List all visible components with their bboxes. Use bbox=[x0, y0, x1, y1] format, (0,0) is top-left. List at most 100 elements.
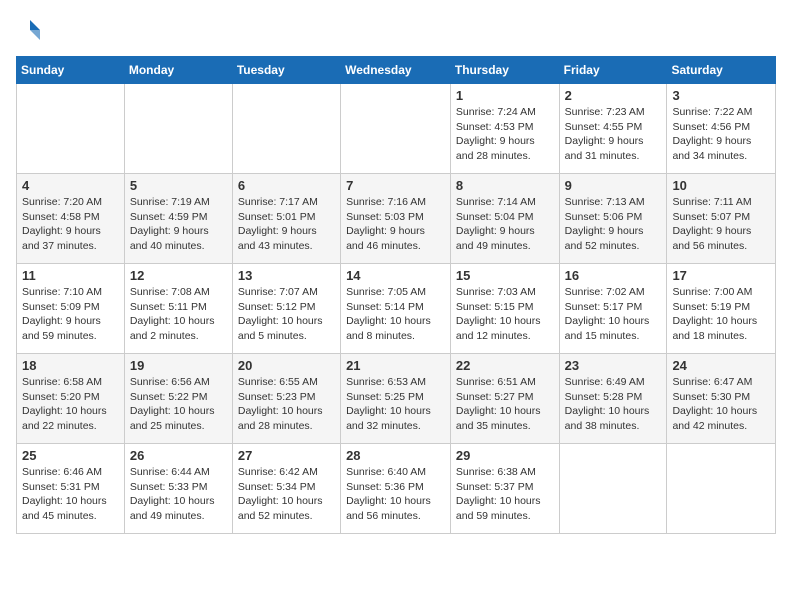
day-info: Sunrise: 6:40 AM Sunset: 5:36 PM Dayligh… bbox=[346, 465, 445, 524]
day-cell: 6 Sunrise: 7:17 AM Sunset: 5:01 PM Daylig… bbox=[232, 174, 340, 264]
day-info: Sunrise: 6:51 AM Sunset: 5:27 PM Dayligh… bbox=[456, 375, 554, 434]
day-info: Sunrise: 7:24 AM Sunset: 4:53 PM Dayligh… bbox=[456, 105, 554, 164]
day-info: Sunrise: 7:08 AM Sunset: 5:11 PM Dayligh… bbox=[130, 285, 227, 344]
day-cell: 15Sunrise: 7:03 AM Sunset: 5:15 PM Dayli… bbox=[450, 264, 559, 354]
day-info: Sunrise: 7:17 AM Sunset: 5:01 PM Dayligh… bbox=[238, 195, 335, 254]
day-number: 27 bbox=[238, 448, 335, 463]
day-cell: 27 Sunrise: 6:42 AM Sunset: 5:34 PM Dayli… bbox=[232, 444, 340, 534]
day-number: 3 bbox=[672, 88, 770, 103]
day-info: Sunrise: 7:23 AM Sunset: 4:55 PM Dayligh… bbox=[565, 105, 662, 164]
day-info: Sunrise: 7:14 AM Sunset: 5:04 PM Dayligh… bbox=[456, 195, 554, 254]
day-info: Sunrise: 7:05 AM Sunset: 5:14 PM Dayligh… bbox=[346, 285, 445, 344]
day-cell: 14 Sunrise: 7:05 AM Sunset: 5:14 PM Dayli… bbox=[341, 264, 451, 354]
day-info: Sunrise: 6:58 AM Sunset: 5:20 PM Dayligh… bbox=[22, 375, 119, 434]
day-number: 2 bbox=[565, 88, 662, 103]
day-number: 15 bbox=[456, 268, 554, 283]
day-number: 19 bbox=[130, 358, 227, 373]
day-number: 11 bbox=[22, 268, 119, 283]
day-info: Sunrise: 6:46 AM Sunset: 5:31 PM Dayligh… bbox=[22, 465, 119, 524]
week-row-4: 18 Sunrise: 6:58 AM Sunset: 5:20 PM Dayli… bbox=[17, 354, 776, 444]
day-number: 24 bbox=[672, 358, 770, 373]
day-info: Sunrise: 7:20 AM Sunset: 4:58 PM Dayligh… bbox=[22, 195, 119, 254]
day-info: Sunrise: 7:10 AM Sunset: 5:09 PM Dayligh… bbox=[22, 285, 119, 344]
day-cell bbox=[232, 84, 340, 174]
week-row-1: 1 Sunrise: 7:24 AM Sunset: 4:53 PM Daylig… bbox=[17, 84, 776, 174]
day-cell: 5 Sunrise: 7:19 AM Sunset: 4:59 PM Daylig… bbox=[124, 174, 232, 264]
day-number: 8 bbox=[456, 178, 554, 193]
day-number: 1 bbox=[456, 88, 554, 103]
day-info: Sunrise: 7:13 AM Sunset: 5:06 PM Dayligh… bbox=[565, 195, 662, 254]
day-cell bbox=[341, 84, 451, 174]
calendar-table: SundayMondayTuesdayWednesdayThursdayFrid… bbox=[16, 56, 776, 534]
day-cell: 23 Sunrise: 6:49 AM Sunset: 5:28 PM Dayli… bbox=[559, 354, 667, 444]
day-number: 7 bbox=[346, 178, 445, 193]
day-number: 23 bbox=[565, 358, 662, 373]
day-info: Sunrise: 6:49 AM Sunset: 5:28 PM Dayligh… bbox=[565, 375, 662, 434]
day-cell: 8 Sunrise: 7:14 AM Sunset: 5:04 PM Daylig… bbox=[450, 174, 559, 264]
day-cell: 2 Sunrise: 7:23 AM Sunset: 4:55 PM Daylig… bbox=[559, 84, 667, 174]
day-cell: 9 Sunrise: 7:13 AM Sunset: 5:06 PM Daylig… bbox=[559, 174, 667, 264]
week-row-3: 11 Sunrise: 7:10 AM Sunset: 5:09 PM Dayli… bbox=[17, 264, 776, 354]
day-info: Sunrise: 6:56 AM Sunset: 5:22 PM Dayligh… bbox=[130, 375, 227, 434]
day-number: 6 bbox=[238, 178, 335, 193]
day-info: Sunrise: 6:55 AM Sunset: 5:23 PM Dayligh… bbox=[238, 375, 335, 434]
day-number: 25 bbox=[22, 448, 119, 463]
day-number: 18 bbox=[22, 358, 119, 373]
day-info: Sunrise: 6:42 AM Sunset: 5:34 PM Dayligh… bbox=[238, 465, 335, 524]
header-cell-thursday: Thursday bbox=[450, 57, 559, 84]
day-number: 10 bbox=[672, 178, 770, 193]
day-cell: 13 Sunrise: 7:07 AM Sunset: 5:12 PM Dayli… bbox=[232, 264, 340, 354]
day-cell: 7 Sunrise: 7:16 AM Sunset: 5:03 PM Daylig… bbox=[341, 174, 451, 264]
logo bbox=[16, 16, 48, 44]
header-row: SundayMondayTuesdayWednesdayThursdayFrid… bbox=[17, 57, 776, 84]
day-number: 9 bbox=[565, 178, 662, 193]
day-cell: 12 Sunrise: 7:08 AM Sunset: 5:11 PM Dayli… bbox=[124, 264, 232, 354]
day-info: Sunrise: 7:11 AM Sunset: 5:07 PM Dayligh… bbox=[672, 195, 770, 254]
day-number: 5 bbox=[130, 178, 227, 193]
day-cell: 4 Sunrise: 7:20 AM Sunset: 4:58 PM Daylig… bbox=[17, 174, 125, 264]
day-number: 16 bbox=[565, 268, 662, 283]
header-cell-monday: Monday bbox=[124, 57, 232, 84]
day-cell bbox=[559, 444, 667, 534]
logo-icon bbox=[16, 16, 44, 44]
day-number: 28 bbox=[346, 448, 445, 463]
day-number: 29 bbox=[456, 448, 554, 463]
header-cell-tuesday: Tuesday bbox=[232, 57, 340, 84]
day-cell: 26 Sunrise: 6:44 AM Sunset: 5:33 PM Dayli… bbox=[124, 444, 232, 534]
header bbox=[16, 16, 776, 44]
header-cell-saturday: Saturday bbox=[667, 57, 776, 84]
day-cell: 1 Sunrise: 7:24 AM Sunset: 4:53 PM Daylig… bbox=[450, 84, 559, 174]
day-info: Sunrise: 7:02 AM Sunset: 5:17 PM Dayligh… bbox=[565, 285, 662, 344]
day-info: Sunrise: 7:19 AM Sunset: 4:59 PM Dayligh… bbox=[130, 195, 227, 254]
day-number: 13 bbox=[238, 268, 335, 283]
day-cell: 17 Sunrise: 7:00 AM Sunset: 5:19 PM Dayli… bbox=[667, 264, 776, 354]
day-cell bbox=[667, 444, 776, 534]
day-cell: 3Sunrise: 7:22 AM Sunset: 4:56 PM Daylig… bbox=[667, 84, 776, 174]
header-cell-wednesday: Wednesday bbox=[341, 57, 451, 84]
day-cell: 20Sunrise: 6:55 AM Sunset: 5:23 PM Dayli… bbox=[232, 354, 340, 444]
day-cell: 29Sunrise: 6:38 AM Sunset: 5:37 PM Dayli… bbox=[450, 444, 559, 534]
day-cell: 22Sunrise: 6:51 AM Sunset: 5:27 PM Dayli… bbox=[450, 354, 559, 444]
day-number: 21 bbox=[346, 358, 445, 373]
day-cell: 24 Sunrise: 6:47 AM Sunset: 5:30 PM Dayli… bbox=[667, 354, 776, 444]
day-number: 4 bbox=[22, 178, 119, 193]
day-cell: 18 Sunrise: 6:58 AM Sunset: 5:20 PM Dayli… bbox=[17, 354, 125, 444]
day-info: Sunrise: 7:00 AM Sunset: 5:19 PM Dayligh… bbox=[672, 285, 770, 344]
day-info: Sunrise: 7:07 AM Sunset: 5:12 PM Dayligh… bbox=[238, 285, 335, 344]
day-info: Sunrise: 6:47 AM Sunset: 5:30 PM Dayligh… bbox=[672, 375, 770, 434]
day-number: 17 bbox=[672, 268, 770, 283]
week-row-5: 25 Sunrise: 6:46 AM Sunset: 5:31 PM Dayli… bbox=[17, 444, 776, 534]
header-cell-friday: Friday bbox=[559, 57, 667, 84]
day-cell: 10 Sunrise: 7:11 AM Sunset: 5:07 PM Dayli… bbox=[667, 174, 776, 264]
day-cell: 25 Sunrise: 6:46 AM Sunset: 5:31 PM Dayli… bbox=[17, 444, 125, 534]
day-number: 12 bbox=[130, 268, 227, 283]
day-number: 14 bbox=[346, 268, 445, 283]
day-cell: 16 Sunrise: 7:02 AM Sunset: 5:17 PM Dayli… bbox=[559, 264, 667, 354]
header-cell-sunday: Sunday bbox=[17, 57, 125, 84]
day-number: 26 bbox=[130, 448, 227, 463]
day-info: Sunrise: 6:44 AM Sunset: 5:33 PM Dayligh… bbox=[130, 465, 227, 524]
day-info: Sunrise: 7:16 AM Sunset: 5:03 PM Dayligh… bbox=[346, 195, 445, 254]
day-cell: 11 Sunrise: 7:10 AM Sunset: 5:09 PM Dayli… bbox=[17, 264, 125, 354]
day-cell bbox=[124, 84, 232, 174]
week-row-2: 4 Sunrise: 7:20 AM Sunset: 4:58 PM Daylig… bbox=[17, 174, 776, 264]
